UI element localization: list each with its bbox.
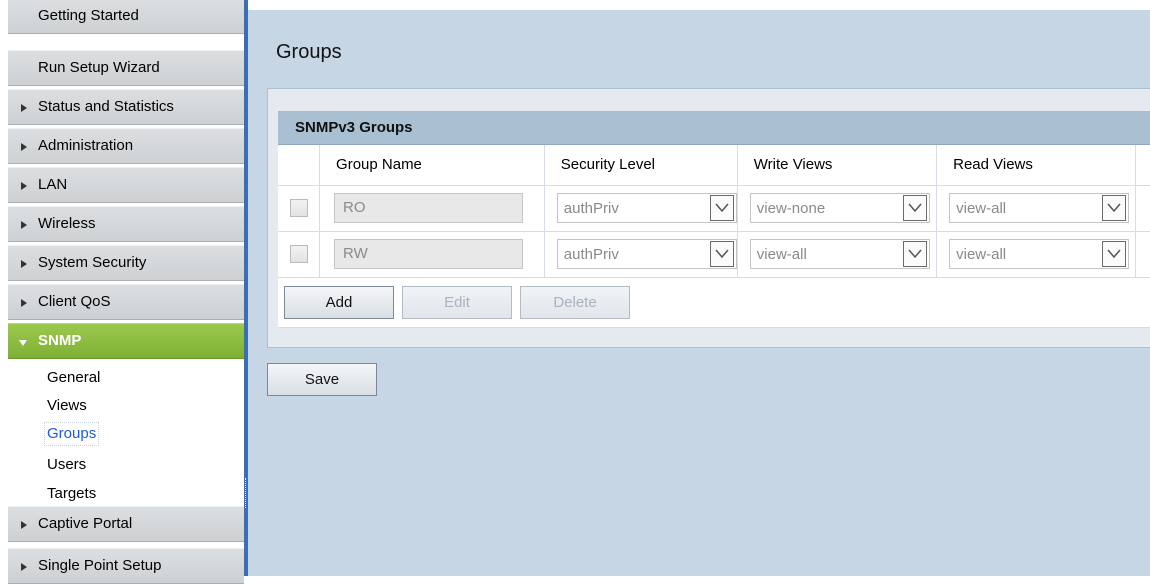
chevron-down-icon[interactable]	[902, 195, 927, 221]
column-header-read-views: Read Views	[936, 145, 1137, 186]
sidebar-item-single-point-setup[interactable]: Single Point Setup	[8, 548, 244, 584]
expand-arrow-icon	[21, 104, 27, 112]
sidebar-item-label: Client QoS	[38, 293, 111, 310]
read-views-select[interactable]: view-all	[949, 193, 1130, 223]
sidebar-item-client-qos[interactable]: Client QoS	[8, 284, 244, 320]
expand-arrow-icon	[21, 221, 27, 229]
read-views-select[interactable]: view-all	[949, 239, 1130, 269]
sidebar-item-label: SNMP	[38, 332, 82, 349]
group-name-cell: RW	[319, 231, 545, 278]
read-views-cell: view-all	[936, 185, 1137, 232]
write-views-select[interactable]: view-all	[749, 239, 930, 269]
sidebar-item-lan[interactable]: LAN	[8, 167, 244, 203]
sidebar-item-label: Administration	[38, 137, 134, 154]
sidebar-item-status-and-statistics[interactable]: Status and Statistics	[8, 89, 244, 125]
sidebar: Getting Started Run Setup Wizard Status …	[0, 0, 244, 584]
expand-arrow-icon	[21, 299, 27, 307]
table-actions-row: Add Edit Delete	[278, 277, 1150, 328]
security-level-select[interactable]: authPriv	[556, 239, 737, 269]
snmpv3-groups-panel: SNMPv3 Groups Group Name Security Level …	[267, 88, 1150, 348]
edit-button[interactable]: Edit	[402, 285, 512, 319]
sidebar-item-snmp[interactable]: SNMP	[8, 323, 244, 359]
security-level-cell: authPriv	[544, 185, 738, 232]
select-value: view-all	[956, 246, 1007, 263]
expand-arrow-icon	[21, 260, 27, 268]
sidebar-subitem-groups[interactable]: Groups	[43, 422, 100, 446]
sidebar-item-captive-portal[interactable]: Captive Portal	[8, 506, 244, 542]
select-value: view-all	[956, 200, 1007, 217]
table-header-row: Group Name Security Level Write Views Re…	[278, 145, 1150, 186]
main-content: Groups SNMPv3 Groups Group Name Security…	[248, 10, 1150, 576]
write-views-cell: view-all	[737, 231, 938, 278]
select-value: authPriv	[563, 246, 619, 263]
sidebar-subitem-users[interactable]: Users	[47, 454, 86, 476]
sidebar-subitem-targets[interactable]: Targets	[47, 483, 96, 505]
save-button[interactable]: Save	[267, 363, 377, 396]
panel-header: SNMPv3 Groups	[278, 111, 1150, 145]
sidebar-item-label: Captive Portal	[38, 515, 133, 532]
read-views-cell: view-all	[936, 231, 1137, 278]
expand-arrow-icon	[21, 143, 27, 151]
panel-title: SNMPv3 Groups	[295, 119, 413, 136]
column-header-security-level: Security Level	[544, 145, 738, 186]
chevron-down-icon[interactable]	[1102, 195, 1127, 221]
expand-arrow-icon	[21, 182, 27, 190]
security-level-cell: authPriv	[544, 231, 738, 278]
collapse-arrow-icon	[19, 340, 27, 346]
sidebar-subitem-views[interactable]: Views	[47, 395, 87, 417]
chevron-down-icon[interactable]	[709, 241, 734, 267]
sidebar-item-label: Getting Started	[38, 7, 139, 24]
chevron-down-icon[interactable]	[902, 241, 927, 267]
filler-cell	[1135, 231, 1150, 278]
chevron-down-icon[interactable]	[1102, 241, 1127, 267]
sidebar-item-label: Wireless	[38, 215, 96, 232]
row-checkbox[interactable]	[289, 245, 308, 263]
expand-arrow-icon	[21, 563, 27, 571]
add-button[interactable]: Add	[284, 285, 394, 319]
group-name-cell: RO	[319, 185, 545, 232]
chevron-down-icon[interactable]	[709, 195, 734, 221]
column-header-write-views: Write Views	[737, 145, 938, 186]
select-value: authPriv	[563, 200, 619, 217]
splitter-grip[interactable]	[245, 478, 247, 508]
row-select-cell	[278, 185, 321, 232]
select-value: view-all	[756, 246, 807, 263]
sidebar-item-run-setup-wizard[interactable]: Run Setup Wizard	[8, 50, 244, 86]
sidebar-item-system-security[interactable]: System Security	[8, 245, 244, 281]
group-name-field[interactable]: RW	[334, 239, 524, 269]
table-actions-cell: Add Edit Delete	[278, 277, 1150, 328]
sidebar-item-administration[interactable]: Administration	[8, 128, 244, 164]
row-checkbox[interactable]	[289, 199, 308, 217]
column-header-select	[278, 145, 321, 186]
sidebar-subitem-general[interactable]: General	[47, 367, 100, 389]
sidebar-item-label: Status and Statistics	[38, 98, 174, 115]
sidebar-item-wireless[interactable]: Wireless	[8, 206, 244, 242]
groups-table: Group Name Security Level Write Views Re…	[278, 145, 1150, 328]
delete-button[interactable]: Delete	[520, 285, 630, 319]
sidebar-item-getting-started[interactable]: Getting Started	[8, 0, 244, 34]
sidebar-item-label: LAN	[38, 176, 68, 193]
write-views-select[interactable]: view-none	[749, 193, 930, 223]
table-row: RO authPriv view-none view-all	[278, 185, 1150, 232]
column-header-group-name: Group Name	[319, 145, 545, 186]
write-views-cell: view-none	[737, 185, 938, 232]
table-row: RW authPriv view-all view-all	[278, 231, 1150, 278]
expand-arrow-icon	[21, 521, 27, 529]
sidebar-item-label: Single Point Setup	[38, 557, 162, 574]
sidebar-item-label: Run Setup Wizard	[38, 59, 160, 76]
select-value: view-none	[756, 200, 826, 217]
page-title: Groups	[276, 41, 342, 63]
row-select-cell	[278, 231, 321, 278]
security-level-select[interactable]: authPriv	[556, 193, 737, 223]
column-header-filler	[1135, 145, 1150, 186]
filler-cell	[1135, 185, 1150, 232]
sidebar-item-label: System Security	[38, 254, 147, 271]
group-name-field[interactable]: RO	[334, 193, 524, 223]
